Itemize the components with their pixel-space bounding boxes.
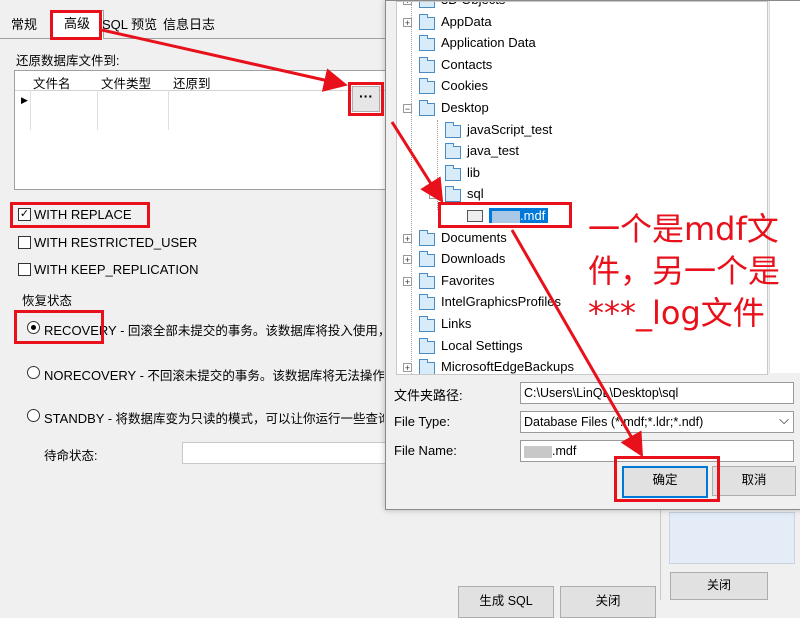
annotation-line-3: ***_log文件	[588, 294, 765, 332]
annotation-text: 一个是mdf文 件，另一个是 ***_log文件	[588, 208, 788, 334]
annotation-line-1: 一个是mdf文	[588, 210, 779, 248]
arrow-browse-to-file	[390, 121, 444, 204]
arrow-tab-to-browse	[101, 28, 348, 92]
annotation-line-2: 件，另一个是	[588, 252, 781, 290]
